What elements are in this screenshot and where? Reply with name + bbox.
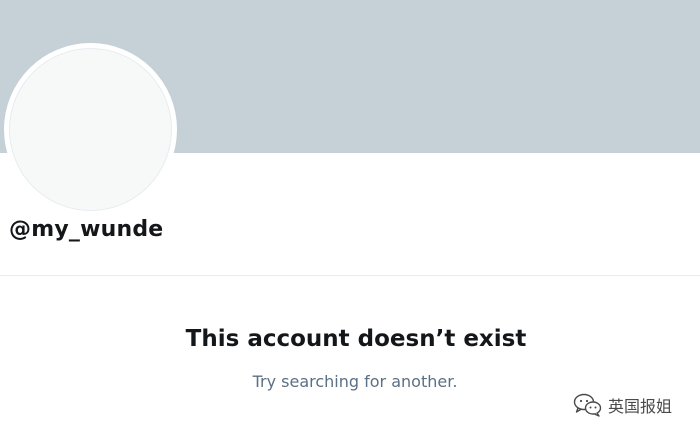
empty-state-subtitle: Try searching for another. (252, 372, 458, 391)
wechat-icon (573, 393, 603, 417)
profile-handle: @my_wunde (9, 217, 164, 242)
watermark: 英国报姐 (573, 393, 672, 417)
watermark-text: 英国报姐 (608, 397, 673, 416)
empty-state-title: This account doesn’t exist (185, 326, 527, 352)
profile-divider (0, 275, 700, 276)
avatar (4, 43, 177, 216)
profile-page: @my_wunde This account doesn’t exist Try… (0, 0, 700, 436)
avatar-placeholder (9, 48, 172, 211)
